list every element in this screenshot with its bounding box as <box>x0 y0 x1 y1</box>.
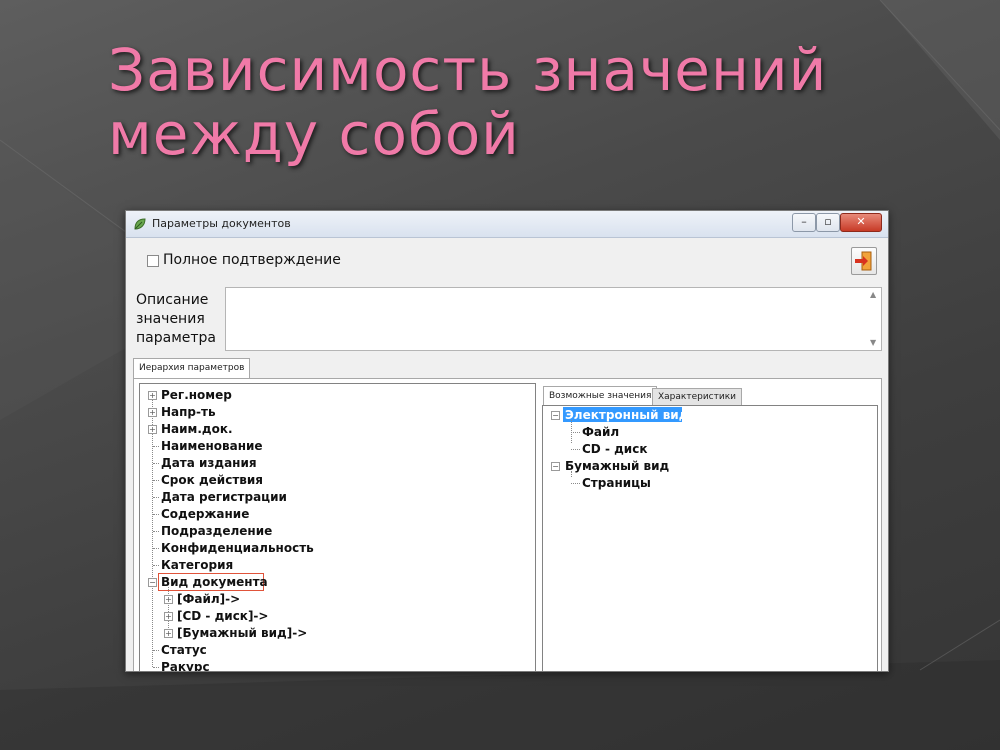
expand-toggle-icon[interactable]: + <box>148 408 157 417</box>
description-label-line-2: значения <box>136 311 205 327</box>
tree-connector-line <box>153 480 159 481</box>
top-panel: Полное подтверждение <box>129 241 881 286</box>
expand-toggle-icon[interactable]: + <box>148 425 157 434</box>
expand-toggle-icon[interactable]: + <box>164 629 173 638</box>
description-scrollbar[interactable]: ▲ ▼ <box>867 288 881 350</box>
app-leaf-icon <box>134 218 146 230</box>
tree-connector-line <box>153 514 159 515</box>
collapse-toggle-icon[interactable]: − <box>551 462 560 471</box>
tree-connector-line <box>153 548 159 549</box>
tree-node-11[interactable]: Вид документа <box>161 575 268 589</box>
tree-connector-line <box>153 446 159 447</box>
tree-node-child[interactable]: [Файл]-> <box>177 592 240 606</box>
tree-node-5[interactable]: Срок действия <box>161 473 263 487</box>
description-textarea[interactable] <box>225 287 882 351</box>
description-label: Описание значения параметра <box>136 291 228 348</box>
tree-connector-line <box>571 432 580 433</box>
expand-toggle-icon[interactable]: + <box>148 391 157 400</box>
maximize-icon: ▫ <box>824 215 832 228</box>
collapse-toggle-icon[interactable]: − <box>551 411 560 420</box>
tree-node-1[interactable]: Напр-ть <box>161 405 216 419</box>
expand-toggle-icon[interactable]: − <box>148 578 157 587</box>
tree-node-12[interactable]: Статус <box>161 643 207 657</box>
close-icon: ✕ <box>856 215 866 228</box>
parameter-tree[interactable]: + Рег.номер + Напр-ть + Наим.док. Наименование… <box>139 383 536 671</box>
tree-node-13[interactable]: Ракурс <box>161 660 210 671</box>
window-title: Параметры документов <box>152 217 291 230</box>
tree-connector-line <box>153 667 159 668</box>
tree-node-9[interactable]: Конфиденциальность <box>161 541 314 555</box>
tree-connector-line <box>571 471 572 477</box>
tree-connector-line <box>153 497 159 498</box>
tree-connector-line <box>153 650 159 651</box>
tree-connector-line <box>571 483 580 484</box>
description-label-line-3: параметра <box>136 330 216 346</box>
minimize-icon: – <box>801 215 807 228</box>
value-node-child[interactable]: Файл <box>582 425 619 439</box>
value-node-child[interactable]: CD - диск <box>582 442 647 456</box>
hierarchy-panel: + Рег.номер + Напр-ть + Наим.док. Наименование… <box>133 378 882 671</box>
tree-node-10[interactable]: Категория <box>161 558 233 572</box>
slide-title: Зависимость значений между собой <box>108 38 827 166</box>
parameters-window: Параметры документов – ▫ ✕ Полное подтве… <box>125 210 889 672</box>
maximize-button[interactable]: ▫ <box>816 213 840 232</box>
tree-node-child[interactable]: [Бумажный вид]-> <box>177 626 307 640</box>
tab-characteristics[interactable]: Характеристики <box>652 388 743 405</box>
slide-title-line-1: Зависимость значений <box>108 36 828 104</box>
values-tree[interactable]: − Электронный вид Файл CD - диск − Бумажный в… <box>542 405 878 671</box>
value-node-child[interactable]: Страницы <box>582 476 651 490</box>
expand-toggle-icon[interactable]: + <box>164 595 173 604</box>
values-pane: Возможные значения Характеристики − Элект… <box>538 383 880 671</box>
slide-title-line-2: между собой <box>108 100 520 168</box>
description-label-line-1: Описание <box>136 292 209 308</box>
close-button[interactable]: ✕ <box>840 213 882 232</box>
tree-node-6[interactable]: Дата регистрации <box>161 490 287 504</box>
tree-node-0[interactable]: Рег.номер <box>161 388 232 402</box>
full-confirmation-label[interactable]: Полное подтверждение <box>163 252 341 268</box>
value-node-0[interactable]: Электронный вид <box>565 408 688 422</box>
value-node-1[interactable]: Бумажный вид <box>565 459 669 473</box>
exit-door-icon <box>855 251 872 271</box>
minimize-button[interactable]: – <box>792 213 816 232</box>
tree-connector-line <box>153 463 159 464</box>
tab-possible-values[interactable]: Возможные значения <box>543 386 658 405</box>
scroll-down-icon[interactable]: ▼ <box>870 338 876 347</box>
tree-connector-line <box>153 531 159 532</box>
tree-node-3[interactable]: Наименование <box>161 439 263 453</box>
tree-node-4[interactable]: Дата издания <box>161 456 257 470</box>
tree-connector-line <box>571 449 580 450</box>
tree-node-7[interactable]: Содержание <box>161 507 249 521</box>
exit-button[interactable] <box>851 247 877 275</box>
tree-node-child[interactable]: [CD - диск]-> <box>177 609 268 623</box>
slide-background: Зависимость значений между собой Парамет… <box>0 0 1000 750</box>
tree-node-2[interactable]: Наим.док. <box>161 422 233 436</box>
tab-parameter-hierarchy[interactable]: Иерархия параметров <box>133 358 251 379</box>
window-titlebar[interactable]: Параметры документов – ▫ ✕ <box>126 211 888 238</box>
tree-node-8[interactable]: Подразделение <box>161 524 272 538</box>
tree-connector-line <box>153 565 159 566</box>
full-confirmation-checkbox[interactable] <box>147 255 159 267</box>
expand-toggle-icon[interactable]: + <box>164 612 173 621</box>
scroll-up-icon[interactable]: ▲ <box>870 290 876 299</box>
tree-connector-line <box>168 587 169 632</box>
